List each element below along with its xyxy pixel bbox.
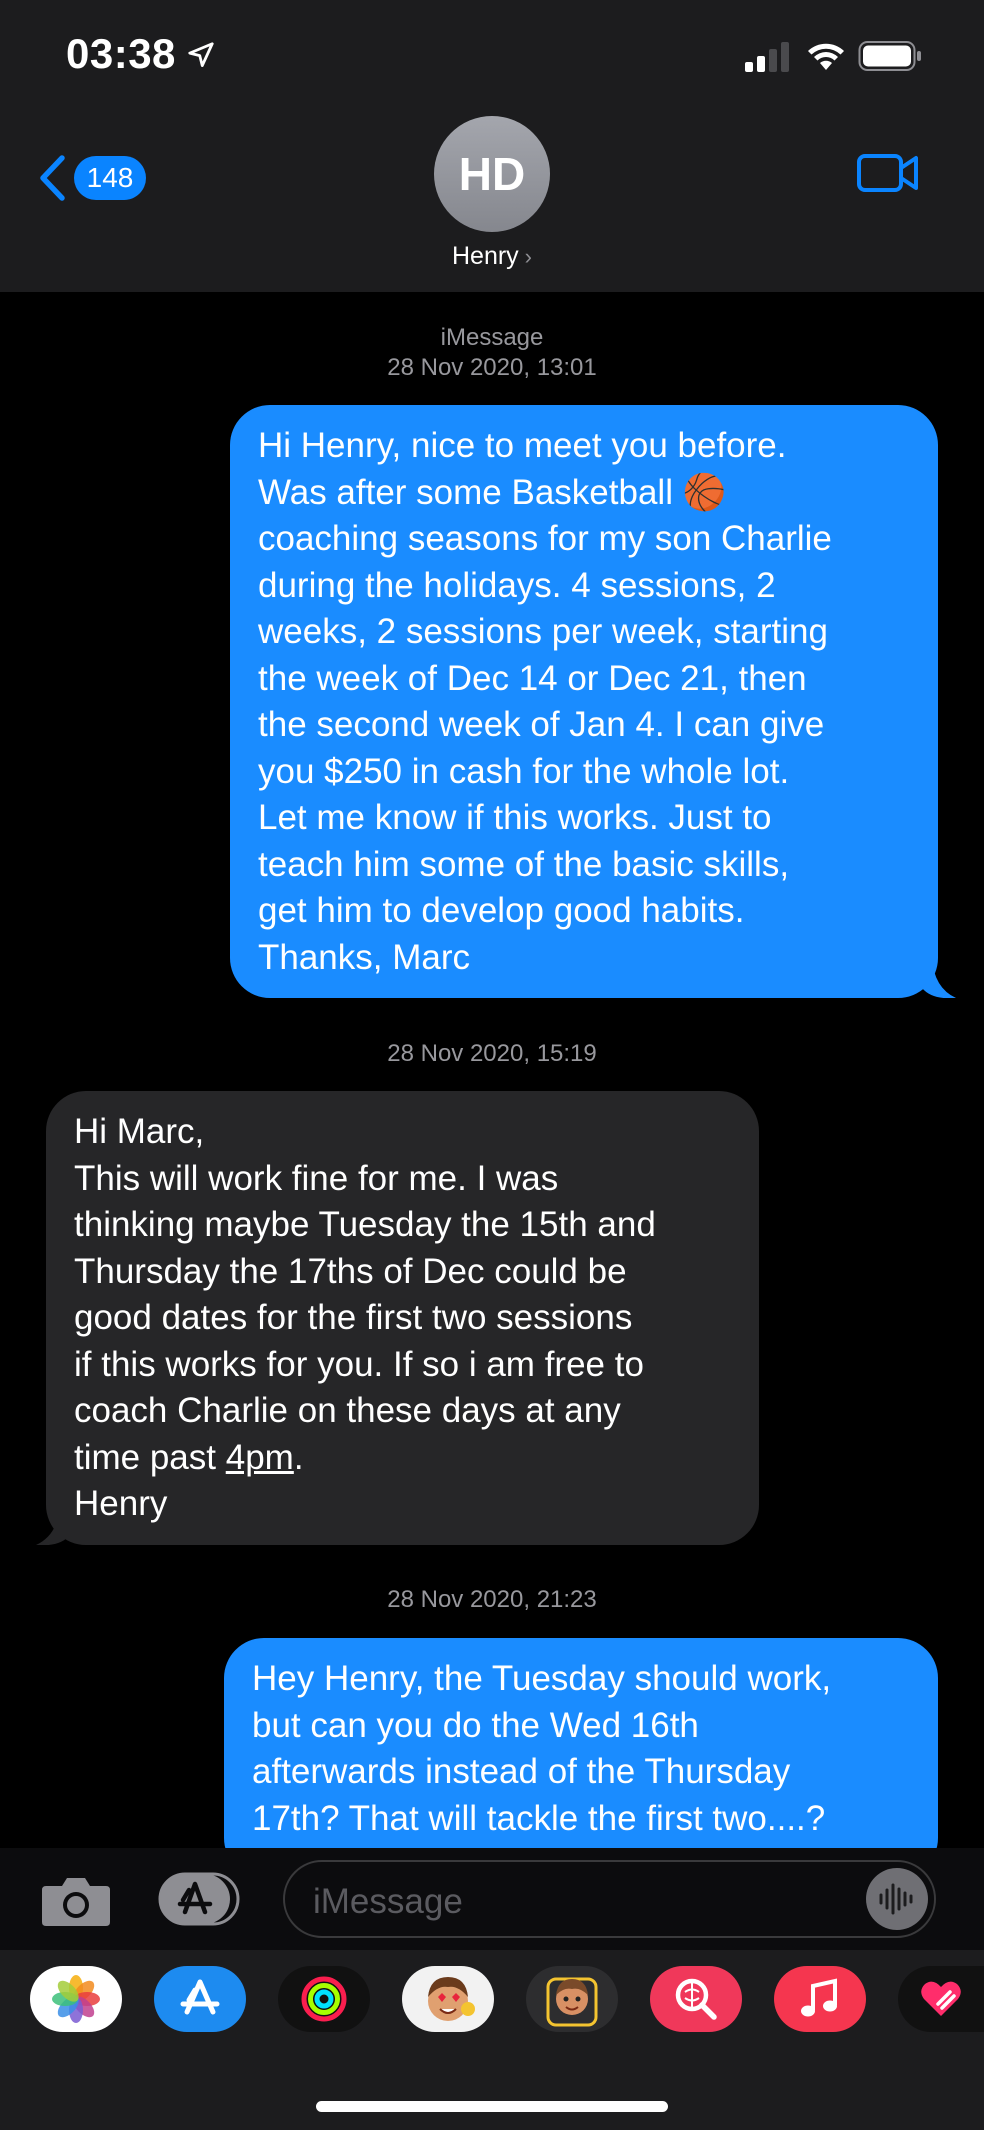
status-time: 03:38	[66, 30, 176, 77]
back-button[interactable]: 148	[36, 148, 146, 208]
conversation-header: 148 HD Henry ›	[0, 110, 984, 292]
message-text: time past	[74, 1437, 226, 1477]
memoji-icon[interactable]	[526, 1966, 618, 2032]
contact-name: Henry	[451, 242, 519, 270]
digital-touch-icon[interactable]	[898, 1966, 984, 2032]
facetime-video-button[interactable]	[856, 150, 920, 196]
message-line: Was after some Basketball 🏀	[258, 472, 727, 512]
message-timestamp: 28 Nov 2020, 21:23	[387, 1586, 597, 1613]
chevron-right-icon: ›	[524, 244, 532, 269]
cellular-signal-icon	[745, 42, 789, 72]
message-text: .	[293, 1437, 304, 1477]
message-line: if this works for you. If so i am free t…	[74, 1344, 644, 1384]
service-label: iMessage	[440, 324, 544, 351]
memoji-stickers-icon[interactable]	[402, 1966, 494, 2032]
outgoing-message-bubble[interactable]: Hey Henry, the Tuesday should work, but …	[224, 1638, 938, 1878]
status-bar: 03:38	[0, 0, 984, 110]
camera-button[interactable]	[40, 1872, 112, 1928]
chevron-left-icon	[40, 155, 65, 201]
outgoing-message-bubble[interactable]: Hi Henry, nice to meet you before. Was a…	[230, 405, 938, 998]
message-line: coaching seasons for my son Charlie	[258, 519, 832, 558]
photos-app-icon[interactable]	[30, 1966, 122, 2032]
message-line: coach Charlie on these days at any	[74, 1391, 621, 1430]
incoming-message-bubble[interactable]: Hi Marc, This will work fine for me. I w…	[46, 1091, 759, 1545]
message-line: time past 4pm.	[74, 1435, 735, 1482]
bubble-tail	[36, 1505, 70, 1545]
message-line: teach him some of the basic skills,	[258, 844, 790, 884]
message-line: you $250 in cash for the whole lot.	[258, 751, 790, 791]
contact-name-button[interactable]: Henry ›	[0, 242, 984, 271]
message-line: Henry	[74, 1484, 168, 1523]
message-line: get him to develop good habits.	[258, 891, 745, 930]
message-line: Hi Marc,	[74, 1112, 205, 1151]
music-app-icon[interactable]	[774, 1966, 866, 2032]
app-store-drawer-button[interactable]	[158, 1872, 244, 1926]
input-placeholder: iMessage	[313, 1882, 463, 1921]
message-line: 17th? That will tackle the first two....…	[252, 1798, 826, 1838]
app-store-icon[interactable]	[154, 1966, 246, 2032]
home-indicator[interactable]	[316, 2101, 668, 2112]
message-line: good dates for the first two sessions	[74, 1298, 633, 1337]
battery-icon	[858, 41, 921, 71]
message-line: Hi Henry, nice to meet you before.	[258, 426, 787, 465]
message-line: during the holidays. 4 sessions, 2	[258, 565, 776, 605]
message-input-bar: iMessage	[0, 1848, 984, 1950]
message-timestamp: 28 Nov 2020, 15:19	[387, 1040, 597, 1067]
message-timestamp: 28 Nov 2020, 13:01	[387, 354, 597, 381]
image-search-icon[interactable]	[650, 1966, 742, 2032]
message-line: Thanks, Marc	[258, 937, 470, 977]
message-line: the second week of Jan 4. I can give	[258, 705, 825, 744]
message-line: but can you do the Wed 16th	[252, 1705, 699, 1745]
message-line: the week of Dec 14 or Dec 21, then	[258, 658, 807, 698]
message-line: Hey Henry, the Tuesday should work,	[252, 1659, 832, 1698]
contact-avatar[interactable]: HD	[434, 116, 550, 232]
time-link[interactable]: 4pm	[226, 1438, 294, 1477]
activity-app-icon[interactable]	[278, 1966, 370, 2032]
wifi-icon	[808, 43, 844, 70]
imessage-app-drawer	[0, 1950, 984, 2130]
message-line: This will work fine for me. I was	[74, 1158, 559, 1198]
bubble-tail	[922, 958, 956, 998]
waveform-icon	[879, 1883, 913, 1915]
message-input[interactable]: iMessage	[283, 1860, 936, 1938]
message-line: weeks, 2 sessions per week, starting	[258, 612, 828, 651]
message-line: afterwards instead of the Thursday	[252, 1752, 791, 1791]
message-line: thinking maybe Tuesday the 15th and	[74, 1205, 656, 1244]
unread-count-badge: 148	[74, 156, 146, 200]
message-line: Thursday the 17ths of Dec could be	[74, 1251, 627, 1291]
message-line: Let me know if this works. Just to	[258, 798, 772, 837]
location-arrow-icon	[188, 42, 214, 67]
audio-message-button[interactable]	[866, 1868, 928, 1930]
